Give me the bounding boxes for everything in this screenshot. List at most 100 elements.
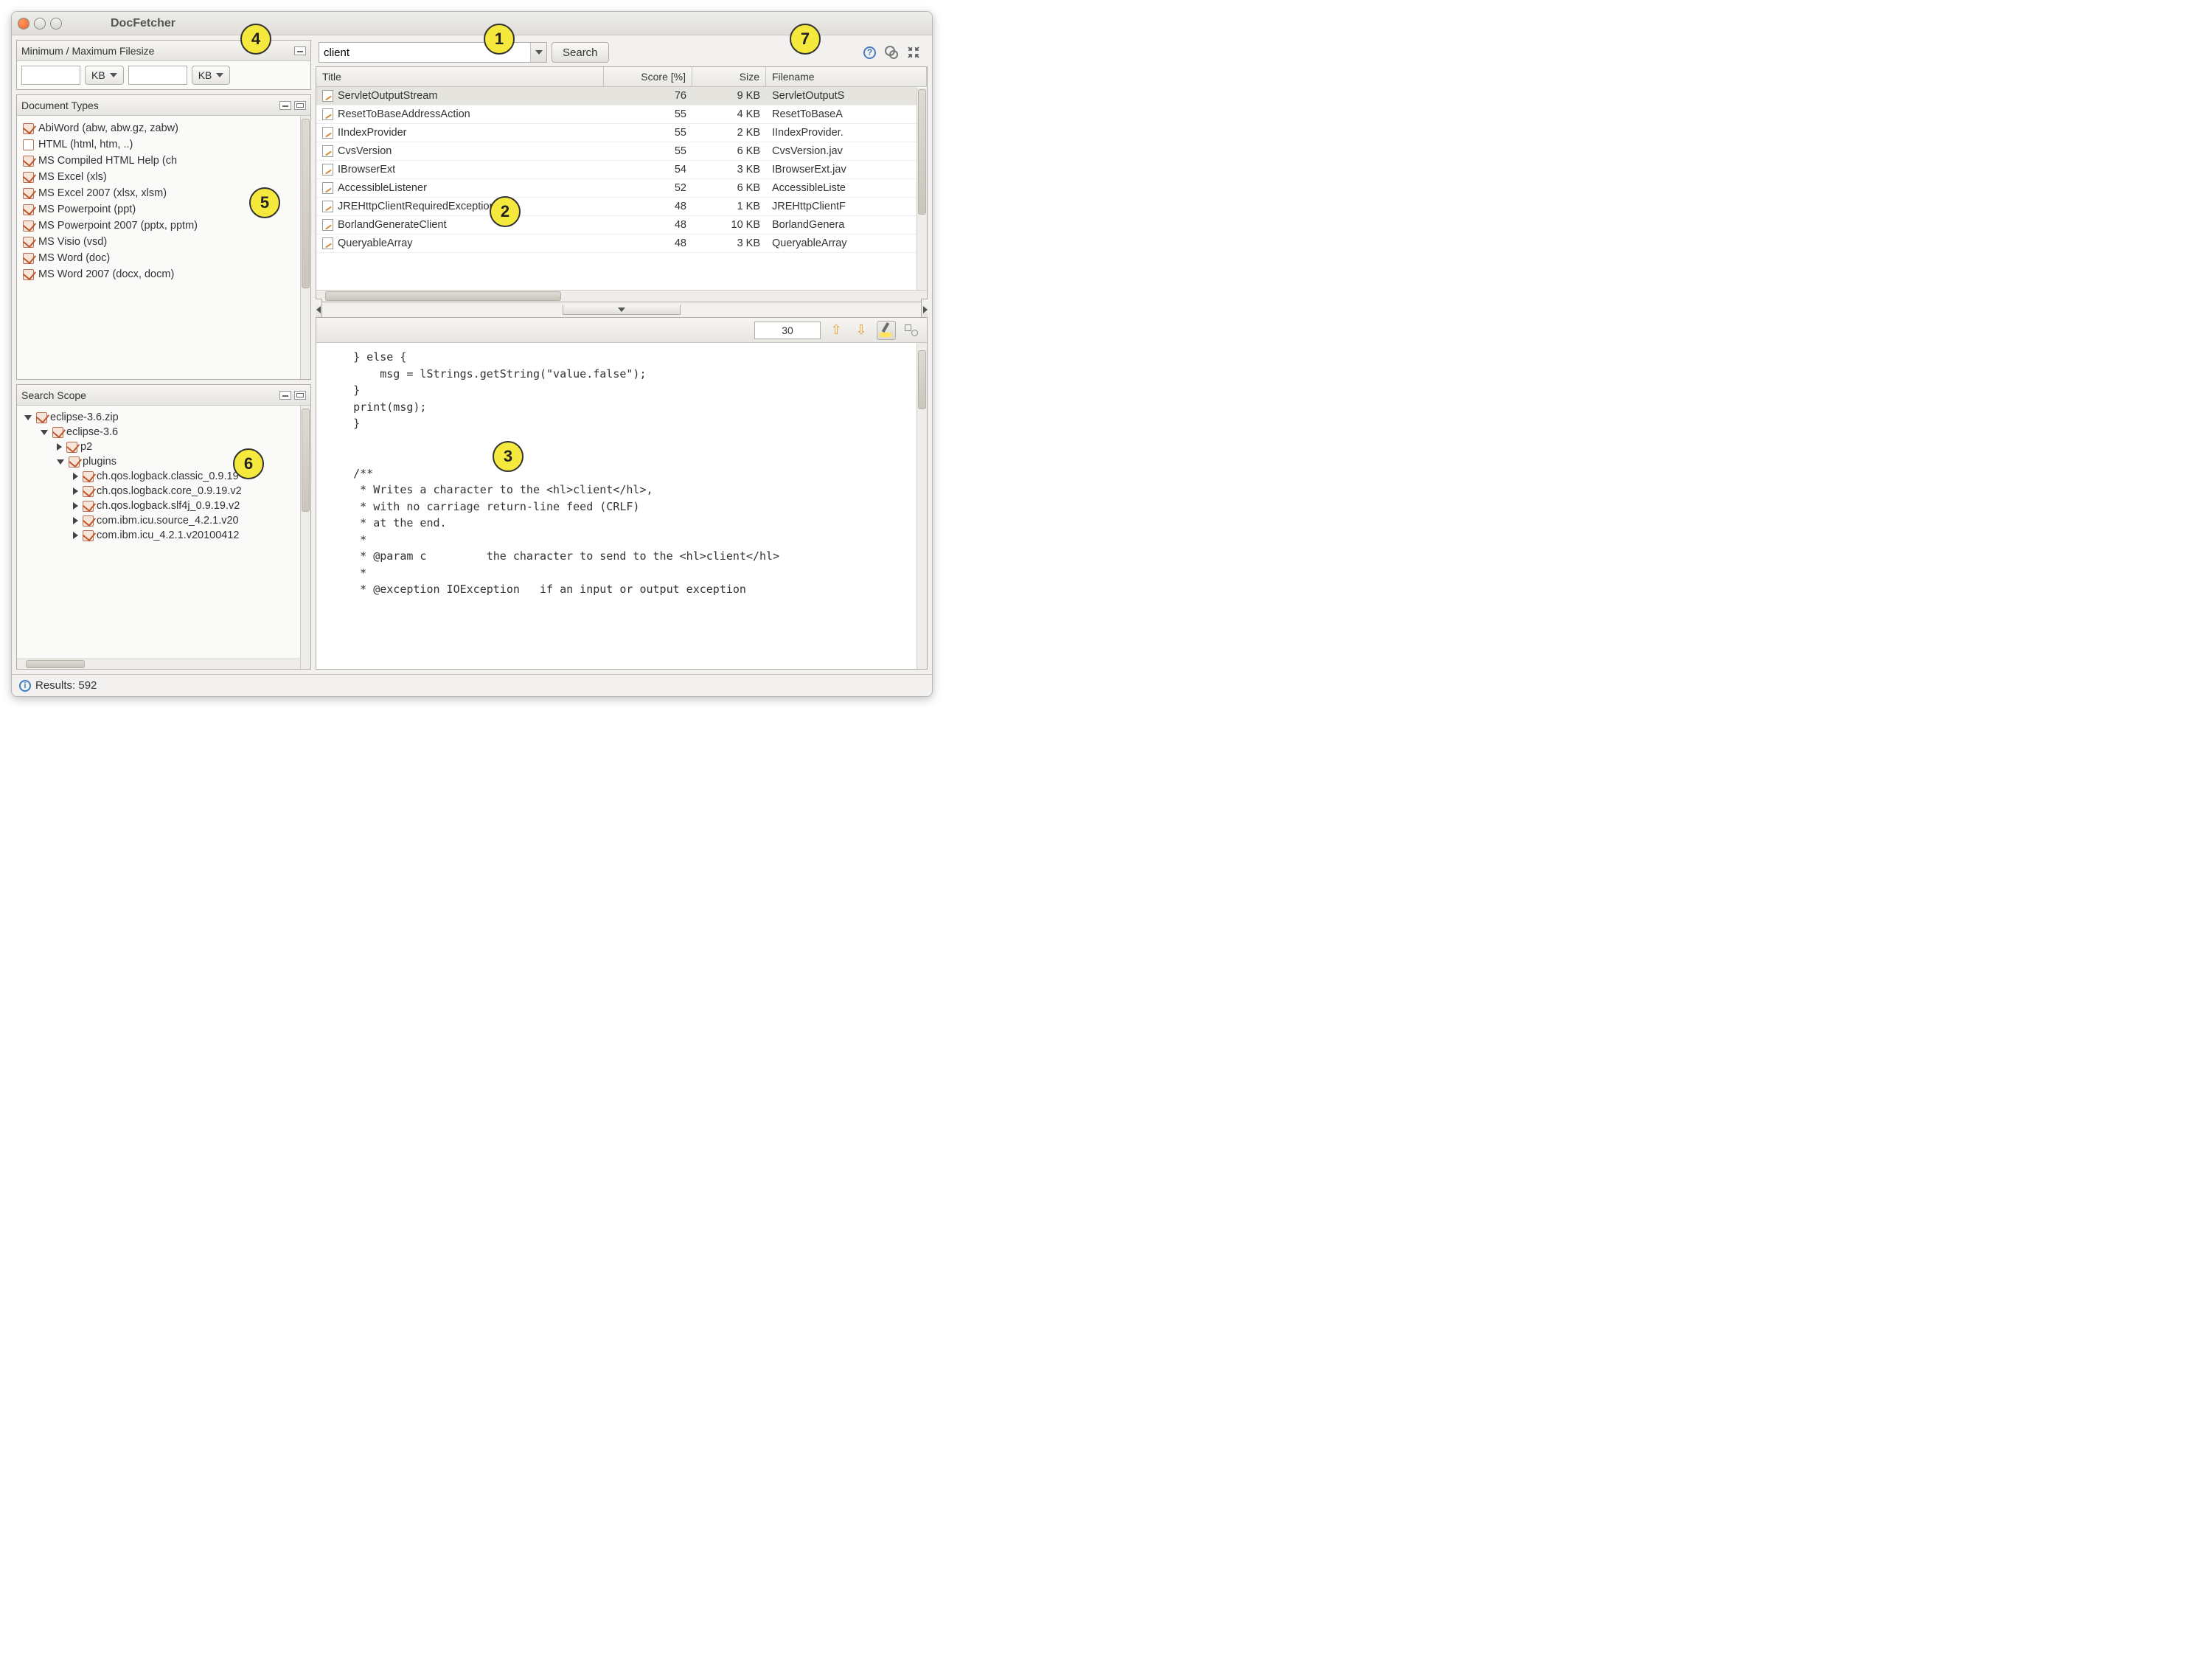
- search-history-dropdown[interactable]: [530, 43, 546, 62]
- scrollbar-vertical[interactable]: [300, 406, 310, 669]
- doctype-item[interactable]: MS Compiled HTML Help (ch: [21, 153, 297, 169]
- document-icon: [322, 145, 333, 157]
- splitter-horizontal[interactable]: [316, 304, 928, 316]
- checkbox-icon[interactable]: [36, 412, 47, 423]
- table-row[interactable]: IIndexProvider552 KBIIndexProvider.: [316, 124, 917, 142]
- callout-3: 3: [493, 441, 524, 472]
- checkbox-icon[interactable]: [69, 456, 80, 468]
- checkbox-icon[interactable]: [23, 172, 34, 183]
- doctype-item[interactable]: MS Word (doc): [21, 250, 297, 266]
- column-filename[interactable]: Filename: [766, 67, 927, 86]
- maximize-panel-icon[interactable]: [294, 101, 306, 110]
- expand-open-icon[interactable]: [41, 430, 48, 435]
- doctype-item[interactable]: MS Word 2007 (docx, docm): [21, 266, 297, 282]
- scope-panel: Search Scope eclipse-3.6.zipeclipse-3.6p…: [16, 384, 311, 670]
- table-row[interactable]: JREHttpClientRequiredException481 KBJREH…: [316, 198, 917, 216]
- preview-text[interactable]: } else { msg = lStrings.getString("value…: [316, 343, 917, 604]
- expand-closed-icon[interactable]: [73, 532, 78, 539]
- doctype-item[interactable]: MS Powerpoint 2007 (pptx, pptm): [21, 218, 297, 234]
- occurrence-count: 30: [754, 322, 821, 339]
- max-size-input[interactable]: [128, 66, 187, 85]
- help-icon[interactable]: ?: [863, 46, 876, 59]
- tree-item[interactable]: eclipse-3.6: [21, 425, 297, 440]
- checkbox-icon[interactable]: [66, 442, 77, 453]
- checkbox-icon[interactable]: [23, 237, 34, 248]
- tree-item-label: eclipse-3.6: [66, 426, 118, 438]
- expand-closed-icon[interactable]: [57, 443, 62, 451]
- expand-closed-icon[interactable]: [73, 502, 78, 510]
- scrollbar-vertical[interactable]: [917, 88, 927, 302]
- scrollbar-horizontal[interactable]: [17, 659, 300, 669]
- tree-item[interactable]: ch.qos.logback.core_0.9.19.v2: [21, 484, 297, 499]
- maximize-panel-icon[interactable]: [294, 391, 306, 400]
- minimize-panel-icon[interactable]: [294, 46, 306, 55]
- table-row[interactable]: AccessibleListener526 KBAccessibleListe: [316, 179, 917, 198]
- table-row[interactable]: QueryableArray483 KBQueryableArray: [316, 235, 917, 253]
- expand-open-icon[interactable]: [57, 459, 64, 465]
- doctype-item[interactable]: AbiWord (abw, abw.gz, zabw): [21, 120, 297, 136]
- doctype-item[interactable]: MS Excel (xls): [21, 169, 297, 185]
- scrollbar-vertical[interactable]: [300, 116, 310, 379]
- checkbox-icon[interactable]: [83, 471, 94, 482]
- checkbox-icon[interactable]: [23, 204, 34, 215]
- arrow-down-icon: ⇩: [855, 322, 866, 338]
- document-icon: [322, 164, 333, 176]
- doctype-item[interactable]: HTML (html, htm, ..): [21, 136, 297, 153]
- tree-item[interactable]: com.ibm.icu.source_4.2.1.v20: [21, 513, 297, 528]
- prev-match-button[interactable]: ⇧: [827, 321, 846, 340]
- search-button[interactable]: Search: [552, 42, 609, 63]
- table-row[interactable]: CvsVersion556 KBCvsVersion.jav: [316, 142, 917, 161]
- result-filename: ResetToBaseA: [766, 105, 917, 123]
- max-size-unit-combo[interactable]: KB: [192, 66, 231, 85]
- tree-item[interactable]: eclipse-3.6.zip: [21, 410, 297, 425]
- checkbox-icon[interactable]: [23, 188, 34, 199]
- chevron-left-icon: [316, 306, 321, 313]
- scrollbar-vertical[interactable]: [917, 343, 927, 669]
- table-row[interactable]: BorlandGenerateClient4810 KBBorlandGener…: [316, 216, 917, 235]
- table-row[interactable]: IBrowserExt543 KBIBrowserExt.jav: [316, 161, 917, 179]
- min-size-unit-combo[interactable]: KB: [85, 66, 124, 85]
- layout-toggle[interactable]: [902, 321, 921, 340]
- column-score[interactable]: Score [%]: [604, 67, 692, 86]
- tree-item[interactable]: com.ibm.icu_4.2.1.v20100412: [21, 528, 297, 543]
- table-row[interactable]: ServletOutputStream769 KBServletOutputS: [316, 87, 917, 105]
- minimize-icon[interactable]: [34, 18, 46, 29]
- minimize-panel-icon[interactable]: [279, 391, 291, 400]
- expand-closed-icon[interactable]: [73, 517, 78, 524]
- checkbox-icon[interactable]: [23, 253, 34, 264]
- tree-item-label: p2: [80, 441, 92, 453]
- highlight-toggle[interactable]: [877, 321, 896, 340]
- doctypes-panel-title: Document Types: [21, 100, 99, 111]
- collapse-icon[interactable]: [907, 46, 920, 59]
- checkbox-icon[interactable]: [23, 269, 34, 280]
- highlighter-icon: [880, 324, 893, 337]
- result-size: 10 KB: [692, 216, 766, 234]
- checkbox-icon[interactable]: [52, 427, 63, 438]
- tree-item[interactable]: ch.qos.logback.slf4j_0.9.19.v2: [21, 499, 297, 513]
- expand-closed-icon[interactable]: [73, 473, 78, 480]
- chevron-down-icon: [110, 73, 117, 77]
- maximize-icon[interactable]: [50, 18, 62, 29]
- checkbox-icon[interactable]: [23, 156, 34, 167]
- checkbox-icon[interactable]: [23, 123, 34, 134]
- next-match-button[interactable]: ⇩: [852, 321, 871, 340]
- checkbox-icon[interactable]: [23, 220, 34, 232]
- checkbox-icon[interactable]: [83, 515, 94, 527]
- close-icon[interactable]: [18, 18, 29, 29]
- column-title[interactable]: Title: [316, 67, 604, 86]
- min-size-input[interactable]: [21, 66, 80, 85]
- settings-icon[interactable]: [885, 46, 898, 59]
- doctype-item[interactable]: MS Visio (vsd): [21, 234, 297, 250]
- column-size[interactable]: Size: [692, 67, 766, 86]
- checkbox-icon[interactable]: [83, 530, 94, 541]
- scrollbar-horizontal[interactable]: [316, 290, 927, 302]
- minimize-panel-icon[interactable]: [279, 101, 291, 110]
- checkbox-icon[interactable]: [83, 501, 94, 512]
- checkbox-icon[interactable]: [23, 139, 34, 150]
- expand-open-icon[interactable]: [24, 415, 32, 420]
- chevron-down-icon: [618, 308, 625, 312]
- expand-closed-icon[interactable]: [73, 487, 78, 495]
- checkbox-icon[interactable]: [83, 486, 94, 497]
- doctype-label: MS Excel 2007 (xlsx, xlsm): [38, 187, 167, 199]
- table-row[interactable]: ResetToBaseAddressAction554 KBResetToBas…: [316, 105, 917, 124]
